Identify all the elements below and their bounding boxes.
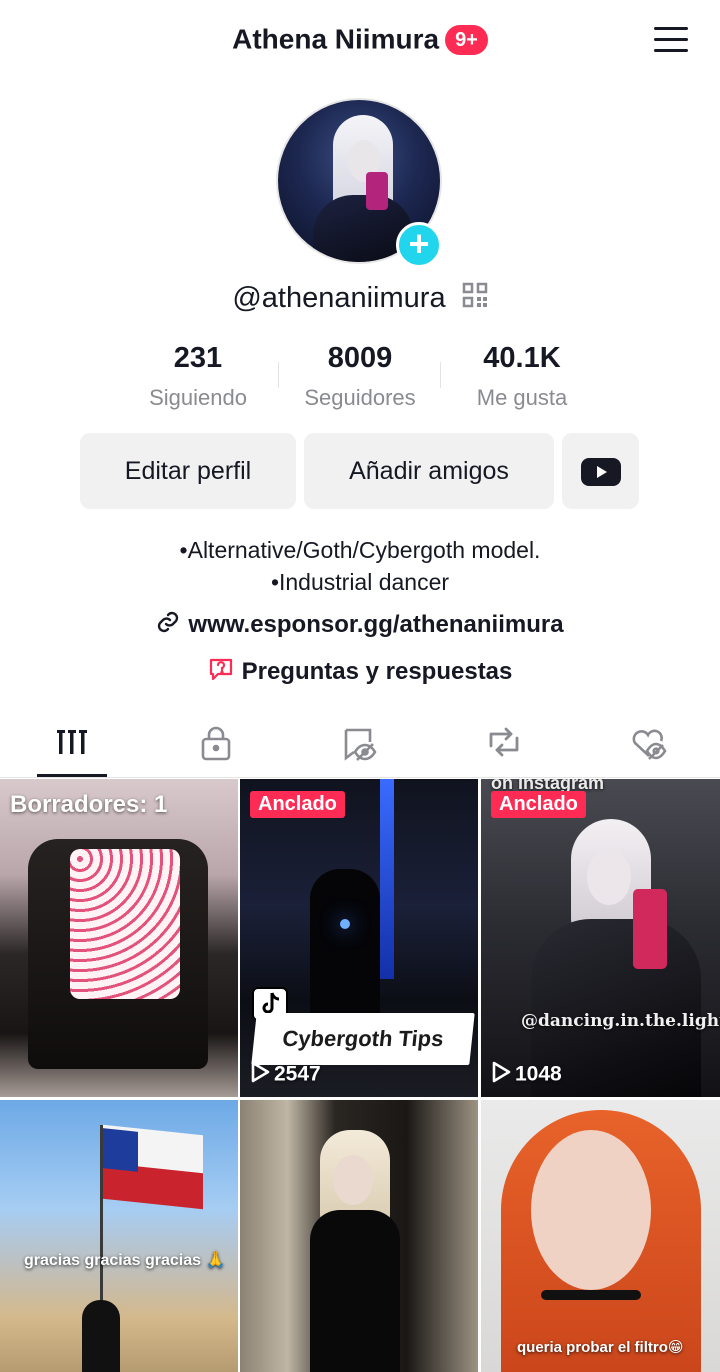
bio-line: •Alternative/Goth/Cybergoth model. [179,537,541,563]
video-thumbnail[interactable]: on Instagram Anclado @dancing.in.the.lig… [481,779,720,1097]
header-title[interactable]: Athena Niimura 9+ [0,22,720,56]
active-tab-indicator [37,774,107,777]
lock-icon [201,726,231,761]
qa-link[interactable]: Preguntas y respuestas [0,656,720,689]
stat-divider [278,362,279,388]
notification-badge: 9+ [445,24,488,55]
tab-reposts[interactable] [469,724,539,764]
bio: •Alternative/Goth/Cybergoth model. •Indu… [0,534,720,598]
video-thumbnail[interactable]: queria probar el filtro😁 [481,1100,720,1372]
video-thumbnail[interactable]: Anclado Cybergoth Tips 2547 [240,779,478,1097]
profile-tabs [0,710,720,778]
edit-profile-button[interactable]: Editar perfil [80,433,296,509]
stat-followers[interactable]: 8009 Seguidores [280,342,440,411]
stat-divider [440,362,441,388]
tab-liked[interactable] [613,724,683,764]
link-icon [156,610,180,641]
followers-label: Seguidores [304,385,416,410]
followers-count: 8009 [327,342,393,374]
video-caption: gracias gracias gracias 🙏 [24,1252,226,1269]
bio-line: •Industrial dancer [270,569,450,595]
username-text: @athenaniimura [232,282,446,314]
pinned-badge: Anclado [491,791,586,818]
view-count: 2547 [250,1061,321,1089]
profile-name: Athena Niimura [232,23,440,55]
tab-videos[interactable] [37,724,107,764]
liked-hidden-icon [632,729,667,760]
drafts-label: Borradores: 1 [10,791,168,818]
add-avatar-button[interactable]: + [396,222,442,268]
video-caption: @dancing.in.the.light [521,1011,720,1031]
video-thumbnail[interactable]: gracias gracias gracias 🙏 [0,1100,238,1372]
menu-icon[interactable] [652,24,690,56]
likes-label: Me gusta [476,385,568,410]
video-thumbnail[interactable] [240,1100,478,1372]
tab-saved[interactable] [325,724,395,764]
add-friends-button[interactable]: Añadir amigos [304,433,554,509]
view-count-text: 1048 [515,1062,562,1086]
youtube-button[interactable] [562,433,639,509]
play-icon [491,1061,511,1089]
view-count: 1048 [491,1061,562,1089]
tab-private[interactable] [181,724,251,764]
video-caption: Cybergoth Tips [251,1013,475,1065]
play-icon [250,1061,270,1089]
grid-icon [57,730,87,754]
stat-following[interactable]: 231 Siguiendo [118,342,278,411]
view-count-text: 2547 [274,1062,321,1086]
following-count: 231 [173,342,223,374]
pinned-badge: Anclado [250,791,345,818]
link-text: www.esponsor.gg/athenaniimura [188,610,564,638]
question-icon [208,656,234,689]
qr-code-icon[interactable] [462,282,488,316]
bookmark-hidden-icon [344,728,377,761]
likes-count: 40.1K [483,342,561,374]
username: @athenaniimura [0,282,720,316]
following-label: Siguiendo [149,385,247,410]
video-caption: queria probar el filtro😁 [517,1339,684,1356]
youtube-icon [580,458,621,487]
qa-text: Preguntas y respuestas [241,657,513,685]
profile-header: Athena Niimura 9+ [0,0,720,80]
stat-likes[interactable]: 40.1K Me gusta [442,342,602,411]
profile-link[interactable]: www.esponsor.gg/athenaniimura [0,610,720,641]
repost-icon [489,727,519,757]
video-thumbnail[interactable]: Borradores: 1 [0,779,238,1097]
